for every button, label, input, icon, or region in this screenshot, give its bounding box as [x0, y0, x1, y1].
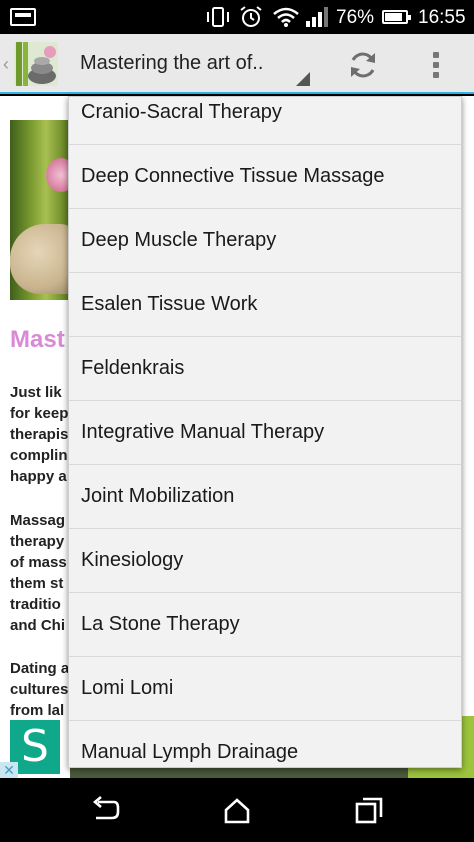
- battery-icon: [382, 10, 411, 24]
- alarm-icon: [240, 6, 262, 27]
- battery-percent: 76%: [336, 7, 375, 28]
- dropdown-item-integrative-manual-therapy[interactable]: Integrative Manual Therapy: [69, 401, 461, 465]
- dropdown-item-esalen-tissue-work[interactable]: Esalen Tissue Work: [69, 273, 461, 337]
- signal-icon: [306, 7, 328, 27]
- clock: 16:55: [418, 7, 466, 28]
- dropdown-list: Cranio-Sacral Therapy Deep Connective Ti…: [69, 97, 461, 767]
- dropdown-item-lomi-lomi[interactable]: Lomi Lomi: [69, 657, 461, 721]
- spinner-dropdown: Cranio-Sacral Therapy Deep Connective Ti…: [68, 96, 462, 768]
- ad-close-icon[interactable]: ✕: [0, 762, 18, 778]
- status-bar: 76% 16:55: [0, 0, 474, 34]
- dropdown-item-joint-mobilization[interactable]: Joint Mobilization: [69, 465, 461, 529]
- dropdown-item-la-stone-therapy[interactable]: La Stone Therapy: [69, 593, 461, 657]
- up-chevron-icon[interactable]: ‹: [3, 54, 9, 75]
- dropdown-item-feldenkrais[interactable]: Feldenkrais: [69, 337, 461, 401]
- hero-image: [10, 120, 70, 300]
- article-paragraph: Dating a cultures from lal: [10, 660, 70, 716]
- dropdown-item-kinesiology[interactable]: Kinesiology: [69, 529, 461, 593]
- app-logo-icon[interactable]: [14, 42, 58, 86]
- dropdown-item-deep-muscle-therapy[interactable]: Deep Muscle Therapy: [69, 209, 461, 273]
- dropdown-item-deep-connective-tissue-massage[interactable]: Deep Connective Tissue Massage: [69, 145, 461, 209]
- dropdown-item-cranio-sacral-therapy[interactable]: Cranio-Sacral Therapy: [69, 97, 461, 145]
- recents-icon[interactable]: [354, 796, 384, 824]
- dropdown-item-manual-lymph-drainage[interactable]: Manual Lymph Drainage: [69, 721, 461, 767]
- vibrate-icon: [207, 7, 229, 27]
- wifi-icon: [273, 7, 299, 27]
- ad-image-strip: [70, 768, 410, 778]
- article-paragraph: Just lik for keep therapis complin happy…: [10, 384, 69, 485]
- spinner-title[interactable]: Mastering the art of..: [80, 52, 263, 75]
- article-paragraph: Massag therapy of mass them st traditio …: [10, 512, 67, 634]
- action-bar: ‹ Mastering the art of..: [0, 34, 474, 94]
- back-icon[interactable]: [90, 796, 120, 824]
- article-title: Mast: [10, 326, 65, 353]
- navigation-bar: [0, 778, 474, 842]
- spinner-dropdown-indicator-icon[interactable]: [296, 72, 310, 86]
- home-icon[interactable]: [222, 796, 252, 824]
- refresh-icon[interactable]: [346, 48, 380, 82]
- overflow-menu-icon[interactable]: [426, 48, 446, 82]
- image-notification-icon: [10, 8, 36, 26]
